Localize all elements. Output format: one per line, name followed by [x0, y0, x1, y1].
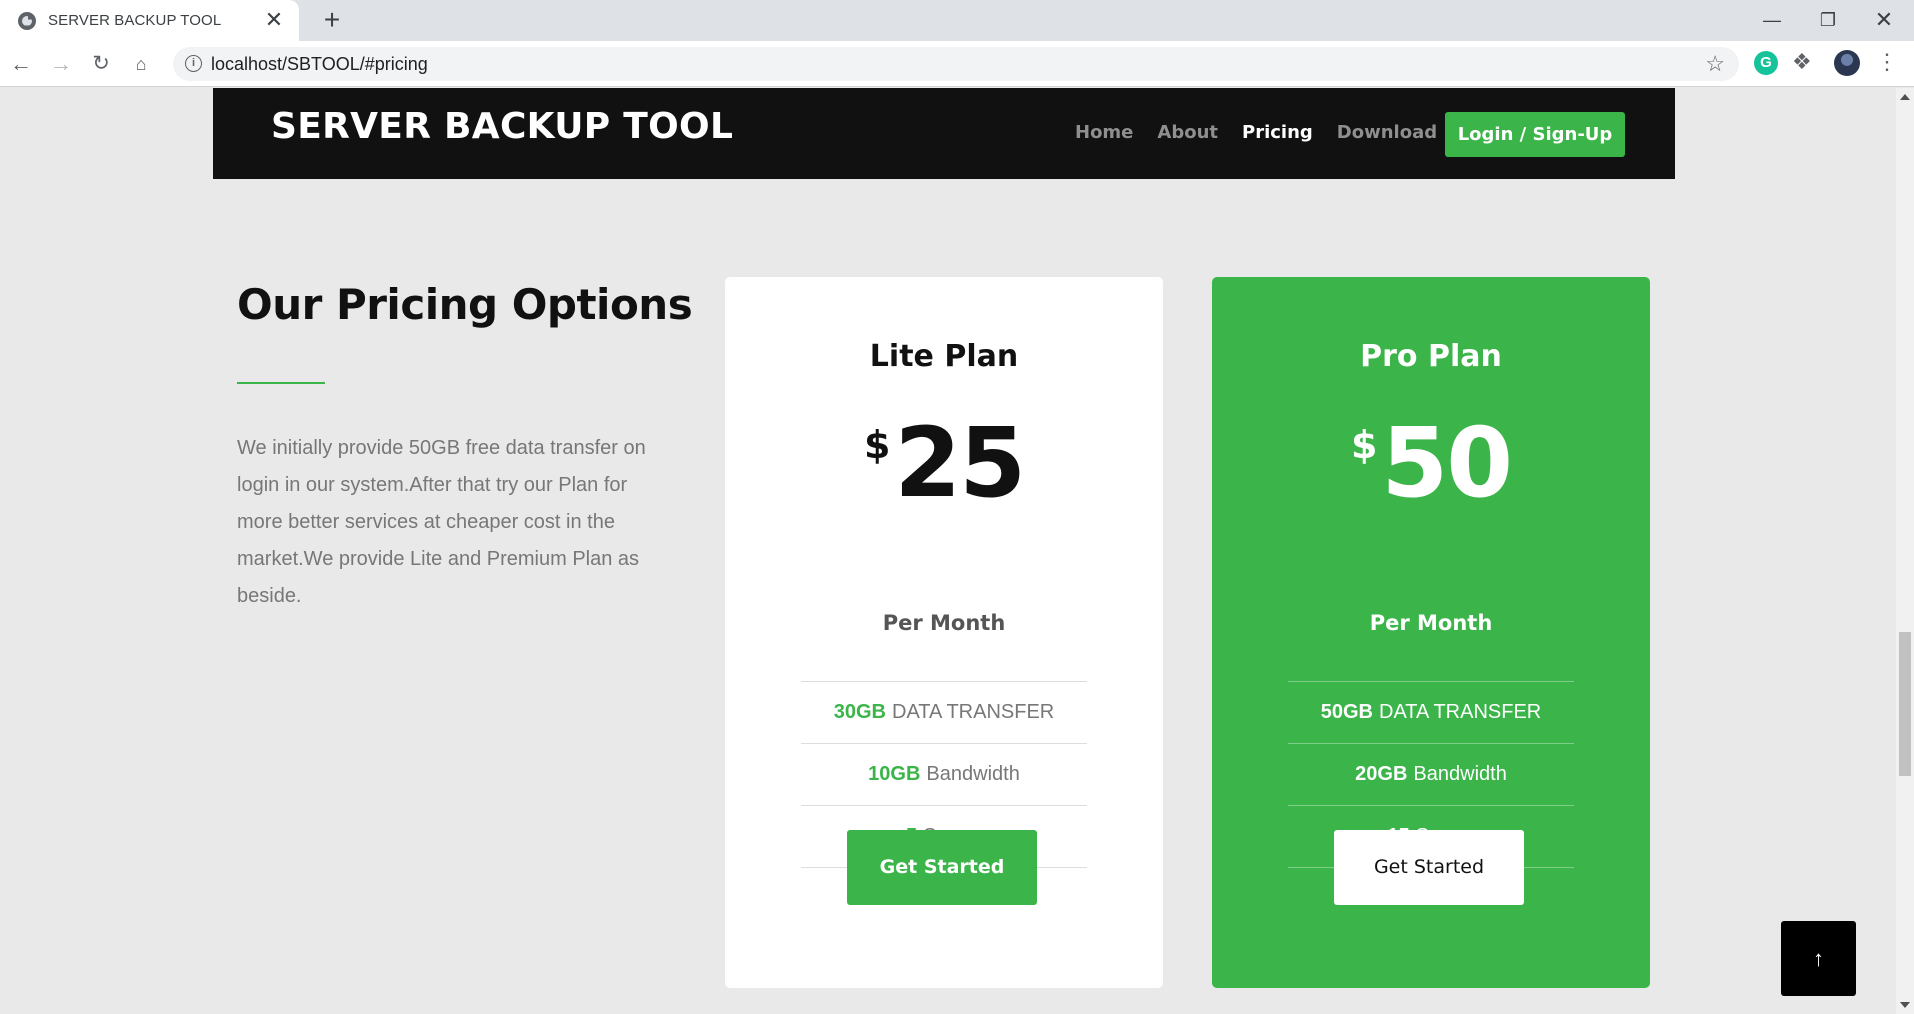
- currency-symbol: $: [863, 423, 891, 467]
- browser-tab[interactable]: SERVER BACKUP TOOL ✕: [0, 0, 299, 41]
- site-nav: Home About Pricing Download: [1075, 122, 1461, 143]
- nav-pricing[interactable]: Pricing: [1242, 122, 1313, 143]
- pricing-section-title: Our Pricing Options: [237, 280, 693, 329]
- login-signup-button[interactable]: Login / Sign-Up: [1445, 112, 1625, 157]
- brand-logo-text[interactable]: SERVER BACKUP TOOL: [271, 106, 733, 147]
- price-amount: 50: [1381, 407, 1513, 519]
- feature-item: 30GB DATA TRANSFER: [801, 682, 1087, 744]
- browser-tabstrip: SERVER BACKUP TOOL ✕ + — ❐ ✕: [0, 0, 1914, 41]
- currency-symbol: $: [1350, 423, 1378, 467]
- billing-period: Per Month: [1369, 611, 1493, 635]
- feature-value: 30GB: [833, 701, 886, 723]
- feature-label: DATA TRANSFER: [892, 701, 1055, 723]
- star-icon[interactable]: ☆: [1705, 51, 1725, 77]
- globe-icon: [18, 11, 36, 30]
- scroll-up-arrow-icon[interactable]: [1900, 94, 1910, 100]
- menu-dots-icon[interactable]: ⋮: [1876, 49, 1898, 75]
- plan-name: Pro Plan: [1360, 339, 1502, 374]
- address-bar[interactable]: i localhost/SBTOOL/#pricing ☆: [173, 47, 1739, 81]
- feature-value: 10GB: [868, 763, 921, 785]
- info-icon[interactable]: i: [185, 55, 202, 72]
- plan-price: $25: [725, 415, 1163, 511]
- scroll-down-arrow-icon[interactable]: [1900, 1002, 1910, 1008]
- nav-about[interactable]: About: [1157, 122, 1218, 143]
- maximize-button[interactable]: ❐: [1808, 4, 1848, 36]
- window-close-button[interactable]: ✕: [1864, 4, 1904, 36]
- plan-name: Lite Plan: [869, 339, 1019, 374]
- lite-plan-card: Lite Plan $25 Per Month 30GB DATA TRANSFE…: [725, 277, 1163, 988]
- feature-item: 50GB DATA TRANSFER: [1288, 682, 1574, 744]
- reload-icon[interactable]: ↻: [86, 49, 116, 79]
- plan-price: $50: [1212, 415, 1650, 511]
- forward-arrow-icon[interactable]: →: [46, 49, 76, 79]
- nav-download[interactable]: Download: [1337, 122, 1437, 143]
- url-text[interactable]: localhost/SBTOOL/#pricing: [211, 54, 428, 75]
- feature-value: 20GB: [1355, 763, 1408, 785]
- feature-label: DATA TRANSFER: [1379, 701, 1542, 723]
- tab-title: SERVER BACKUP TOOL: [48, 12, 222, 29]
- home-icon[interactable]: ⌂: [126, 49, 156, 79]
- feature-item: 20GB Bandwidth: [1288, 744, 1574, 806]
- back-arrow-icon[interactable]: ←: [6, 49, 36, 79]
- price-amount: 25: [894, 407, 1026, 519]
- nav-home[interactable]: Home: [1075, 122, 1133, 143]
- plus-icon[interactable]: +: [318, 6, 346, 34]
- title-divider: [237, 382, 325, 384]
- minimize-button[interactable]: —: [1752, 4, 1792, 36]
- browser-toolbar: ← → ↻ ⌂ i localhost/SBTOOL/#pricing ☆ G …: [0, 41, 1914, 87]
- close-icon[interactable]: ✕: [263, 9, 285, 31]
- pro-plan-card: Pro Plan $50 Per Month 50GB DATA TRANSFER…: [1212, 277, 1650, 988]
- site-header: SERVER BACKUP TOOL Home About Pricing Do…: [213, 88, 1675, 179]
- puzzle-icon[interactable]: ❖: [1792, 49, 1812, 75]
- back-to-top-button[interactable]: ↑: [1781, 921, 1856, 996]
- avatar[interactable]: [1834, 50, 1860, 76]
- billing-period: Per Month: [882, 611, 1006, 635]
- grammarly-icon[interactable]: G: [1754, 51, 1778, 75]
- page-scrollbar[interactable]: [1896, 88, 1914, 1014]
- feature-label: Bandwidth: [1413, 763, 1507, 785]
- pricing-intro-text: We initially provide 50GB free data tran…: [237, 437, 646, 607]
- lite-get-started-button[interactable]: Get Started: [847, 830, 1037, 905]
- feature-label: Bandwidth: [926, 763, 1020, 785]
- scroll-thumb[interactable]: [1899, 632, 1911, 776]
- page-viewport: SERVER BACKUP TOOL Home About Pricing Do…: [0, 88, 1896, 1014]
- feature-item: 10GB Bandwidth: [801, 744, 1087, 806]
- feature-value: 50GB: [1320, 701, 1373, 723]
- pro-get-started-button[interactable]: Get Started: [1334, 830, 1524, 905]
